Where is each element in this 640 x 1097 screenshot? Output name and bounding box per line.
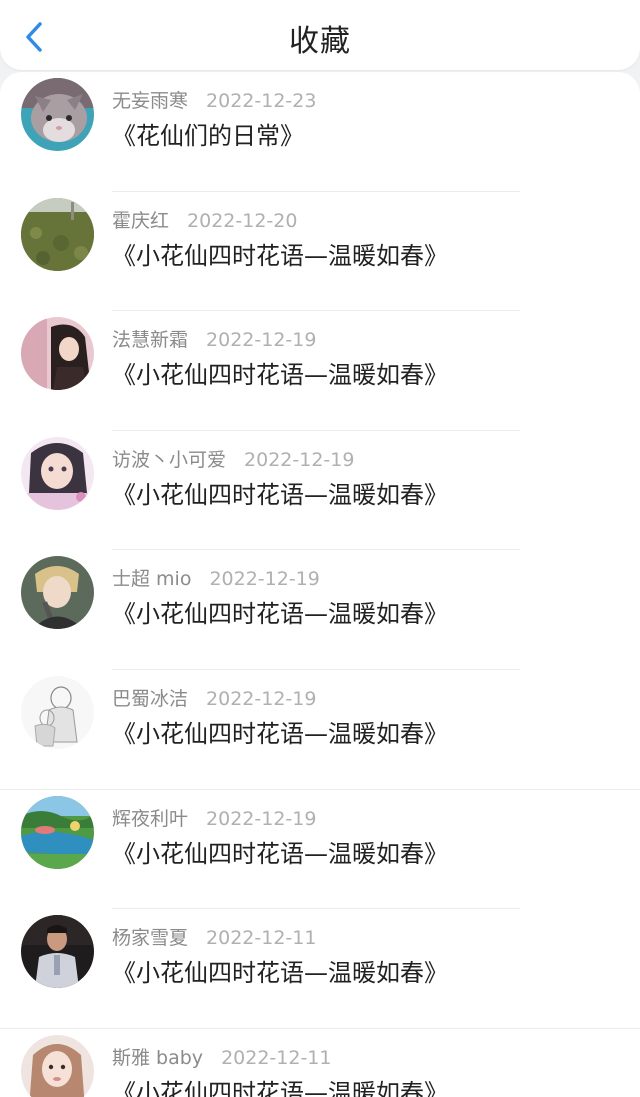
landscape-illustration — [21, 795, 94, 869]
nav-header: 收藏 — [0, 0, 640, 70]
user-name: 法慧新霜 — [112, 329, 189, 352]
user-name: 士超 mio — [112, 568, 192, 591]
user-name: 巴蜀冰洁 — [112, 687, 189, 710]
list-item[interactable]: 巴蜀冰洁 2022-12-19 《小花仙四时花语—温暖如春》 — [0, 670, 640, 790]
avatar — [21, 675, 94, 749]
date-label: 2022-12-19 — [209, 568, 320, 591]
sketch-drawing — [21, 675, 94, 749]
girl-portrait — [21, 436, 94, 510]
avatar — [21, 795, 94, 869]
singer-portrait — [21, 556, 94, 630]
avatar — [21, 317, 94, 391]
date-label: 2022-12-19 — [244, 448, 355, 471]
cat-photo — [21, 78, 94, 151]
date-label: 2022-12-20 — [187, 209, 298, 232]
list-item[interactable]: 辉夜利叶 2022-12-19 《小花仙四时花语—温暖如春》 — [0, 790, 640, 910]
list-item[interactable]: 杨家雪夏 2022-12-11 《小花仙四时花语—温暖如春》 — [0, 909, 640, 1029]
list-item[interactable]: 斯雅 baby 2022-12-11 《小花仙四时花语—温暖如春》 — [0, 1029, 640, 1097]
post-title: 《小花仙四时花语—温暖如春》 — [112, 480, 448, 509]
post-title: 《小花仙四时花语—温暖如春》 — [112, 839, 448, 868]
user-name: 霍庆红 — [112, 209, 170, 232]
list-item[interactable]: 法慧新霜 2022-12-19 《小花仙四时花语—温暖如春》 — [0, 311, 640, 431]
list-item[interactable]: 访波丶小可爱 2022-12-19 《小花仙四时花语—温暖如春》 — [0, 431, 640, 551]
page-title: 收藏 — [289, 24, 351, 59]
avatar — [21, 915, 94, 989]
favorites-list: 无妄雨寒 2022-12-23 《花仙们的日常》 霍庆红 2022-12-20 … — [0, 72, 640, 1097]
woman-portrait — [21, 1034, 94, 1097]
post-title: 《小花仙四时花语—温暖如春》 — [112, 361, 448, 390]
list-item[interactable]: 士超 mio 2022-12-19 《小花仙四时花语—温暖如春》 — [0, 550, 640, 670]
user-name: 无妄雨寒 — [112, 90, 189, 112]
date-label: 2022-12-19 — [206, 807, 317, 830]
list-item[interactable]: 霍庆红 2022-12-20 《小花仙四时花语—温暖如春》 — [0, 192, 640, 312]
user-name: 访波丶小可爱 — [112, 448, 227, 471]
grass-field-photo — [21, 197, 94, 271]
date-label: 2022-12-19 — [206, 687, 317, 710]
avatar — [21, 1034, 94, 1097]
date-label: 2022-12-23 — [206, 90, 317, 112]
user-name: 杨家雪夏 — [112, 927, 189, 950]
post-title: 《小花仙四时花语—温暖如春》 — [112, 241, 448, 270]
favorites-screen: 收藏 无妄雨寒 2022-12-23 《花仙们的日常》 霍庆红 2022-12-… — [0, 0, 640, 1097]
date-label: 2022-12-11 — [206, 927, 317, 950]
user-name: 斯雅 baby — [112, 1046, 204, 1069]
avatar — [21, 556, 94, 630]
list-item[interactable]: 无妄雨寒 2022-12-23 《花仙们的日常》 — [0, 72, 640, 192]
avatar — [21, 197, 94, 271]
avatar — [21, 78, 94, 151]
anime-girl-illustration — [21, 317, 94, 391]
post-title: 《小花仙四时花语—温暖如春》 — [112, 719, 448, 748]
post-title: 《花仙们的日常》 — [112, 122, 304, 150]
date-label: 2022-12-11 — [221, 1046, 332, 1069]
post-title: 《小花仙四时花语—温暖如春》 — [112, 1078, 448, 1097]
date-label: 2022-12-19 — [206, 329, 317, 352]
avatar — [21, 436, 94, 510]
user-name: 辉夜利叶 — [112, 807, 189, 830]
post-title: 《小花仙四时花语—温暖如春》 — [112, 959, 448, 988]
post-title: 《小花仙四时花语—温暖如春》 — [112, 600, 448, 629]
man-portrait — [21, 915, 94, 989]
